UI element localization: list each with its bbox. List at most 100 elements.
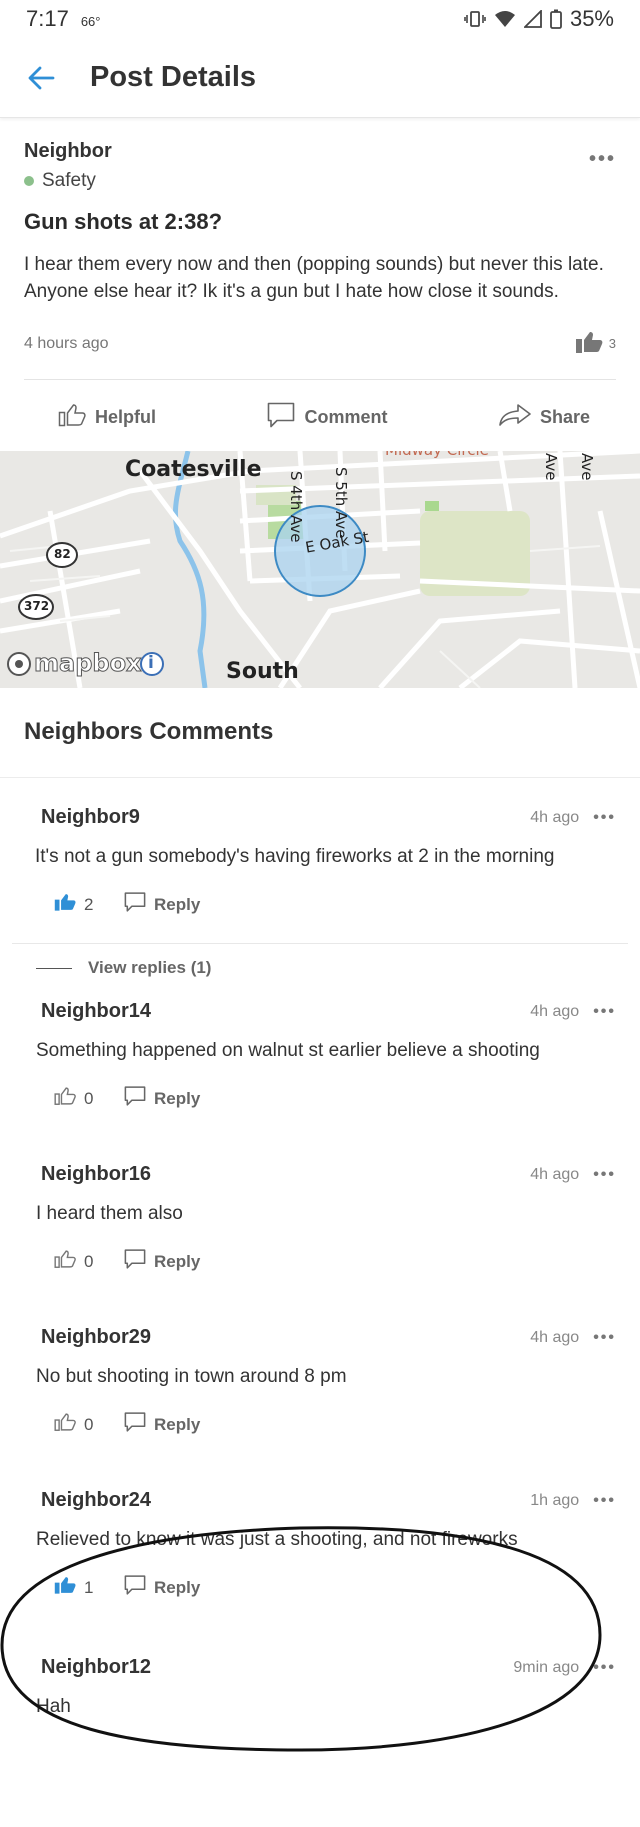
map-label-south: South bbox=[226, 659, 299, 684]
map-label-s-5th-ave: S 5th Ave bbox=[332, 467, 350, 539]
comment-author[interactable]: Neighbor24 bbox=[41, 1489, 151, 1512]
signal-icon bbox=[523, 10, 542, 28]
back-arrow-icon[interactable] bbox=[26, 63, 56, 93]
comment-item: Neighbor14 4h ago ••• Something happened… bbox=[0, 1000, 640, 1111]
comment-like-button[interactable]: 1 bbox=[54, 1575, 114, 1600]
reply-label: Reply bbox=[154, 894, 201, 914]
comment-author[interactable]: Neighbor16 bbox=[41, 1163, 151, 1186]
share-button[interactable]: Share bbox=[499, 404, 590, 431]
comments-section-title: Neighbors Comments bbox=[0, 688, 640, 778]
map-label-s-4th-ave: S 4th Ave bbox=[287, 471, 305, 543]
comment-timestamp: 1h ago bbox=[530, 1491, 580, 1509]
comment-reply-button[interactable]: Reply bbox=[124, 1412, 200, 1437]
category-dot-icon bbox=[24, 176, 34, 186]
comment-item: Neighbor12 9min ago ••• Hah bbox=[0, 1656, 640, 1720]
thumbs-up-outline-icon bbox=[58, 403, 86, 432]
post-author[interactable]: Neighbor bbox=[24, 140, 616, 163]
thumbs-up-outline-icon bbox=[54, 1249, 76, 1274]
share-label: Share bbox=[539, 407, 590, 427]
map-route-372: 372 bbox=[24, 599, 50, 613]
view-replies-line bbox=[36, 967, 72, 969]
location-map[interactable]: Coatesville Midway Circle S 4th Ave S 5t… bbox=[0, 451, 640, 688]
status-bar: 7:17 66° 35% bbox=[0, 0, 640, 38]
comment-reply-button[interactable]: Reply bbox=[124, 1086, 200, 1111]
app-header: Post Details bbox=[0, 38, 640, 118]
comment-like-button[interactable]: 0 bbox=[54, 1412, 114, 1437]
comment-timestamp: 4h ago bbox=[530, 1002, 580, 1020]
comment-author[interactable]: Neighbor12 bbox=[41, 1656, 151, 1679]
comment-item: Neighbor9 4h ago ••• It's not a gun some… bbox=[0, 806, 640, 917]
comment-text: It's not a gun somebody's having firewor… bbox=[35, 846, 555, 867]
category-label: Safety bbox=[42, 170, 96, 191]
comment-timestamp: 4h ago bbox=[530, 1328, 580, 1346]
comment-more-options-icon[interactable]: ••• bbox=[593, 1659, 616, 1677]
comment-more-options-icon[interactable]: ••• bbox=[593, 809, 616, 827]
reply-label: Reply bbox=[154, 1577, 201, 1597]
comment-like-button[interactable]: 2 bbox=[54, 892, 114, 917]
reply-bubble-icon bbox=[124, 1249, 146, 1274]
comment-item: Neighbor29 4h ago ••• No but shooting in… bbox=[0, 1326, 640, 1437]
status-left: 7:17 66° bbox=[26, 6, 101, 32]
comment-like-count: 0 bbox=[84, 1251, 94, 1271]
comment-like-count: 0 bbox=[84, 1414, 94, 1434]
post-action-bar: Helpful Comment Share bbox=[0, 380, 640, 451]
comment-like-button[interactable]: 0 bbox=[54, 1086, 114, 1111]
post-card: Neighbor Safety ••• Gun shots at 2:38? I… bbox=[0, 118, 640, 380]
map-label-ave-1: Ave bbox=[542, 453, 560, 481]
post-category: Safety bbox=[24, 170, 616, 192]
status-temperature: 66° bbox=[80, 14, 101, 29]
status-right: 35% bbox=[464, 6, 614, 32]
comment-divider bbox=[12, 943, 628, 944]
share-arrow-icon bbox=[499, 404, 531, 431]
helpful-button[interactable]: Helpful bbox=[58, 403, 156, 432]
thumbs-up-filled-icon bbox=[54, 892, 76, 917]
vibrate-icon bbox=[464, 10, 486, 28]
page-title: Post Details bbox=[90, 61, 256, 93]
post-more-options-icon[interactable]: ••• bbox=[589, 148, 616, 171]
comment-like-count: 1 bbox=[84, 1577, 94, 1597]
wifi-icon bbox=[494, 10, 516, 28]
map-label-top-street: Midway Circle bbox=[385, 451, 489, 459]
comment-item: Neighbor24 1h ago ••• Relieved to know i… bbox=[0, 1489, 640, 1600]
post-title: Gun shots at 2:38? bbox=[24, 209, 223, 234]
comment-text: No but shooting in town around 8 pm bbox=[36, 1366, 347, 1387]
post-meta: 4 hours ago 3 bbox=[24, 330, 616, 380]
post-like-count: 3 bbox=[608, 336, 616, 351]
status-time: 7:17 bbox=[26, 6, 69, 31]
comment-author[interactable]: Neighbor14 bbox=[41, 1000, 151, 1023]
thumbs-up-outline-icon bbox=[54, 1412, 76, 1437]
reply-bubble-icon bbox=[124, 892, 146, 917]
battery-icon bbox=[550, 9, 562, 29]
comment-item: Neighbor16 4h ago ••• I heard them also … bbox=[0, 1163, 640, 1274]
view-replies-label: View replies (1) bbox=[88, 958, 212, 977]
comment-reply-button[interactable]: Reply bbox=[124, 1575, 200, 1600]
thumbs-up-outline-icon bbox=[54, 1086, 76, 1111]
battery-percent: 35% bbox=[569, 6, 614, 31]
helpful-label: Helpful bbox=[95, 407, 156, 427]
comment-more-options-icon[interactable]: ••• bbox=[593, 1166, 616, 1184]
post-body: I hear them every now and then (popping … bbox=[24, 254, 604, 302]
map-info-icon[interactable]: i bbox=[148, 653, 154, 673]
map-label-town: Coatesville bbox=[125, 457, 262, 482]
post-likes[interactable]: 3 bbox=[575, 330, 616, 357]
map-label-ave-2: Ave bbox=[578, 453, 596, 481]
comment-more-options-icon[interactable]: ••• bbox=[593, 1003, 616, 1021]
thumbs-up-filled-icon bbox=[575, 330, 603, 357]
comment-text: I heard them also bbox=[36, 1203, 183, 1224]
comment-like-button[interactable]: 0 bbox=[54, 1249, 114, 1274]
mapbox-logo[interactable]: mapbox bbox=[34, 649, 143, 678]
comment-reply-button[interactable]: Reply bbox=[124, 892, 200, 917]
reply-label: Reply bbox=[154, 1251, 201, 1271]
comment-button[interactable]: Comment bbox=[267, 402, 387, 433]
comment-author[interactable]: Neighbor29 bbox=[41, 1326, 151, 1349]
comment-text: Hah bbox=[36, 1696, 71, 1717]
comment-more-options-icon[interactable]: ••• bbox=[593, 1329, 616, 1347]
view-replies-link[interactable]: View replies (1) bbox=[0, 958, 640, 978]
comment-author[interactable]: Neighbor9 bbox=[41, 806, 140, 829]
comment-more-options-icon[interactable]: ••• bbox=[593, 1492, 616, 1510]
reply-bubble-icon bbox=[124, 1575, 146, 1600]
comment-reply-button[interactable]: Reply bbox=[124, 1249, 200, 1274]
comment-like-count: 0 bbox=[84, 1088, 94, 1108]
comment-text: Relieved to know it was just a shooting,… bbox=[36, 1529, 518, 1550]
comment-timestamp: 9min ago bbox=[513, 1658, 580, 1676]
